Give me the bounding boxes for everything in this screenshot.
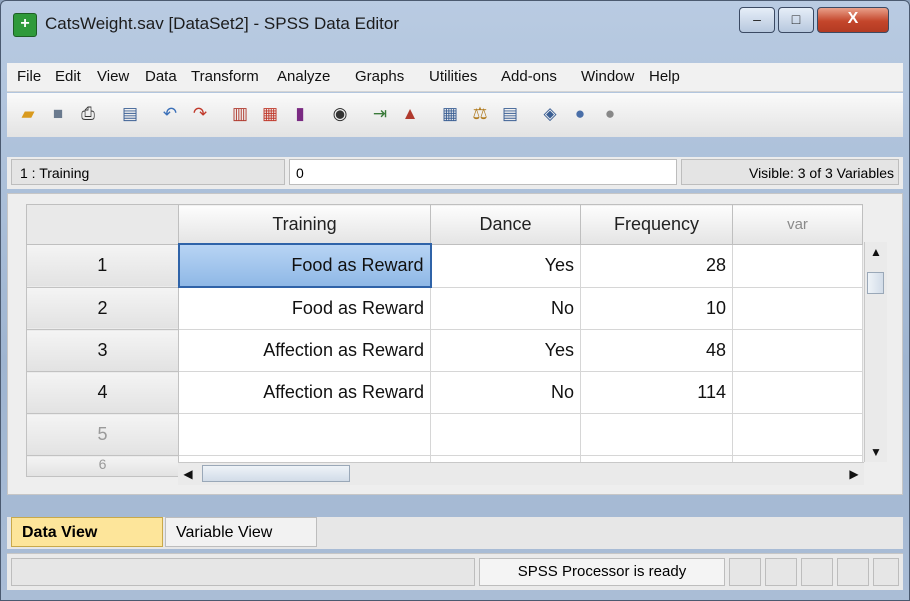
horizontal-scroll-thumb[interactable] [202,465,350,482]
title-bar[interactable]: + CatsWeight.sav [DataSet2] - SPSS Data … [1,1,909,47]
menu-add-ons[interactable]: Add-ons [501,68,557,85]
print-icon[interactable]: ⎙ [77,103,99,125]
spss-data-editor-window: + CatsWeight.sav [DataSet2] - SPSS Data … [0,0,910,601]
table-cell-frequency[interactable]: 48 [580,329,733,372]
status-cell [729,558,761,586]
column-header-frequency[interactable]: Frequency [580,204,733,245]
data-grid-area: Training Dance Frequency var 1 Food as R… [7,193,903,495]
tab-data-view[interactable]: Data View [11,517,163,547]
table-cell-dance[interactable] [430,413,581,456]
table-cell-training[interactable]: Food as Reward [178,286,431,330]
table-cell-var[interactable] [732,371,863,414]
menu-view[interactable]: View [97,68,129,85]
column-header-var[interactable]: var [732,204,863,245]
table-cell-dance[interactable]: No [430,371,581,414]
scroll-down-icon[interactable]: ▼ [865,442,887,462]
row-header[interactable]: 1 [26,243,179,288]
maximize-button[interactable]: □ [778,7,814,33]
cell-editor-bar: 1 : Training 0 Visible: 3 of 3 Variables [7,157,903,189]
open-folder-icon[interactable]: ▰ [17,103,39,125]
table-cell-training[interactable]: Affection as Reward [178,371,431,414]
tab-variable-view[interactable]: Variable View [165,517,317,547]
row-header[interactable]: 2 [26,286,179,330]
window-title: CatsWeight.sav [DataSet2] - SPSS Data Ed… [45,14,400,33]
status-cell [11,558,475,586]
minimize-button[interactable]: – [739,7,775,33]
menu-window[interactable]: Window [581,68,634,85]
close-button[interactable]: X [817,7,889,33]
menu-help[interactable]: Help [649,68,680,85]
table-cell-var[interactable] [732,329,863,372]
menu-edit[interactable]: Edit [55,68,81,85]
use-sets-icon[interactable]: ● [569,103,591,125]
column-header-training[interactable]: Training [178,204,431,245]
data-grid: Training Dance Frequency var 1 Food as R… [26,204,863,477]
table-row: 1 Food as Reward Yes 28 [26,243,863,288]
table-cell-training[interactable]: Food as Reward [177,243,432,288]
insert-cases-icon[interactable]: ⇥ [369,103,391,125]
table-cell-dance[interactable]: Yes [430,243,581,288]
menu-data[interactable]: Data [145,68,177,85]
dialog-recall-icon[interactable]: ▤ [119,103,141,125]
menu-transform[interactable]: Transform [191,68,259,85]
view-tabs: Data View Variable View [7,517,903,549]
insert-variable-icon[interactable]: ▲ [399,103,421,125]
cell-value-input[interactable]: 0 [289,159,677,185]
table-row: 3 Affection as Reward Yes 48 [26,329,863,372]
goto-case-icon[interactable]: ▥ [229,103,251,125]
menu-analyze[interactable]: Analyze [277,68,330,85]
processor-status: SPSS Processor is ready [479,558,725,586]
table-cell-var[interactable] [732,243,863,288]
table-cell-var[interactable] [732,286,863,330]
redo-icon[interactable]: ↷ [189,103,211,125]
toolbar: ▰ ■ ⎙ ▤ ↶ ↷ ▥ ▦ ▮ ◉ ⇥ ▲ ▦ ⚖ ▤ ◈ ● ● [7,93,903,137]
horizontal-scrollbar[interactable]: ◀ ▶ [178,462,864,485]
scroll-left-icon[interactable]: ◀ [178,463,198,485]
scroll-right-icon[interactable]: ▶ [844,463,864,485]
grid-corner[interactable] [26,204,179,245]
row-header[interactable]: 4 [26,371,179,414]
split-file-icon[interactable]: ▦ [439,103,461,125]
status-cell [801,558,833,586]
table-row: 4 Affection as Reward No 114 [26,371,863,414]
cell-reference: 1 : Training [11,159,285,185]
goto-variable-icon[interactable]: ▦ [259,103,281,125]
menu-bar: File Edit View Data Transform Analyze Gr… [7,63,903,92]
select-cases-icon[interactable]: ▤ [499,103,521,125]
status-cell [837,558,869,586]
table-cell-training[interactable] [178,413,431,456]
menu-graphs[interactable]: Graphs [355,68,404,85]
show-all-variables-icon[interactable]: ● [599,103,621,125]
status-cell [765,558,797,586]
table-cell-training[interactable]: Affection as Reward [178,329,431,372]
status-cell [873,558,899,586]
weight-cases-icon[interactable]: ⚖ [469,103,491,125]
row-header[interactable]: 5 [26,413,179,456]
menu-utilities[interactable]: Utilities [429,68,477,85]
spss-app-icon: + [13,13,37,37]
table-row: 2 Food as Reward No 10 [26,286,863,330]
save-icon[interactable]: ■ [47,103,69,125]
table-cell-frequency[interactable]: 10 [580,286,733,330]
row-header[interactable]: 3 [26,329,179,372]
undo-icon[interactable]: ↶ [159,103,181,125]
status-bar: SPSS Processor is ready [7,553,903,590]
column-header-dance[interactable]: Dance [430,204,581,245]
table-cell-dance[interactable]: No [430,286,581,330]
menu-file[interactable]: File [17,68,41,85]
vertical-scrollbar[interactable]: ▲ ▼ [864,242,887,462]
vertical-scroll-thumb[interactable] [867,272,884,294]
table-cell-frequency[interactable]: 114 [580,371,733,414]
visible-variables-count: Visible: 3 of 3 Variables [681,159,899,185]
table-cell-dance[interactable]: Yes [430,329,581,372]
value-labels-icon[interactable]: ◈ [539,103,561,125]
row-header[interactable]: 6 [26,455,179,477]
table-cell-frequency[interactable]: 28 [580,243,733,288]
find-icon[interactable]: ◉ [329,103,351,125]
variables-icon[interactable]: ▮ [289,103,311,125]
table-row: 5 [26,413,863,456]
table-cell-frequency[interactable] [580,413,733,456]
table-cell-var[interactable] [732,413,863,456]
scroll-up-icon[interactable]: ▲ [865,242,887,262]
